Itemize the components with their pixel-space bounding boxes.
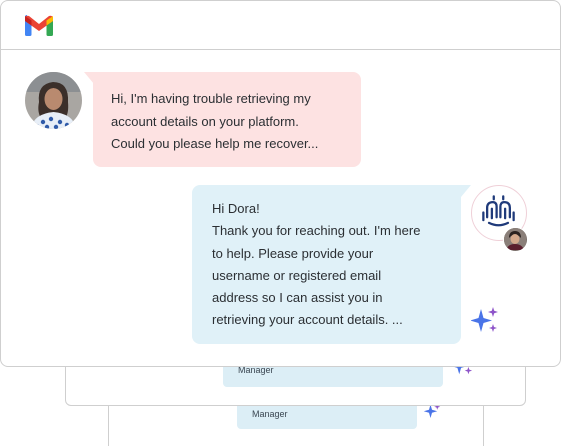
message-line: account details on your platform.: [111, 113, 299, 129]
gmail-logo-icon[interactable]: [25, 15, 53, 36]
incoming-message-bubble[interactable]: Hi, I'm having trouble retrieving my acc…: [93, 72, 361, 167]
ai-sparkle-icon: [423, 403, 441, 426]
message-line: Could you please help me recover...: [111, 136, 319, 151]
message-line: address so I can assist you in: [212, 290, 383, 306]
outgoing-bubble-tail: [461, 185, 471, 197]
message-line: Hi Dora!: [212, 201, 260, 216]
message-line: username or registered email: [212, 267, 382, 283]
message-line: retrieving your account details. ...: [212, 312, 403, 328]
stage: Manager Manager Hi, I'm having trouble r…: [0, 0, 561, 446]
chat-window: Hi, I'm having trouble retrieving my acc…: [0, 0, 561, 367]
message-line: Thank you for reaching out. I'm here: [212, 223, 421, 239]
customer-avatar[interactable]: [25, 72, 82, 129]
agent-avatar[interactable]: [503, 227, 528, 252]
ghost-message-label: Manager: [252, 409, 288, 419]
message-line: to help. Please provide your: [212, 245, 374, 261]
window-header: [1, 1, 560, 50]
ai-sparkle-icon: [470, 306, 499, 339]
outgoing-message-bubble[interactable]: Hi Dora! Thank you for reaching out. I'm…: [192, 185, 461, 344]
message-line: Hi, I'm having trouble retrieving my: [111, 91, 311, 106]
